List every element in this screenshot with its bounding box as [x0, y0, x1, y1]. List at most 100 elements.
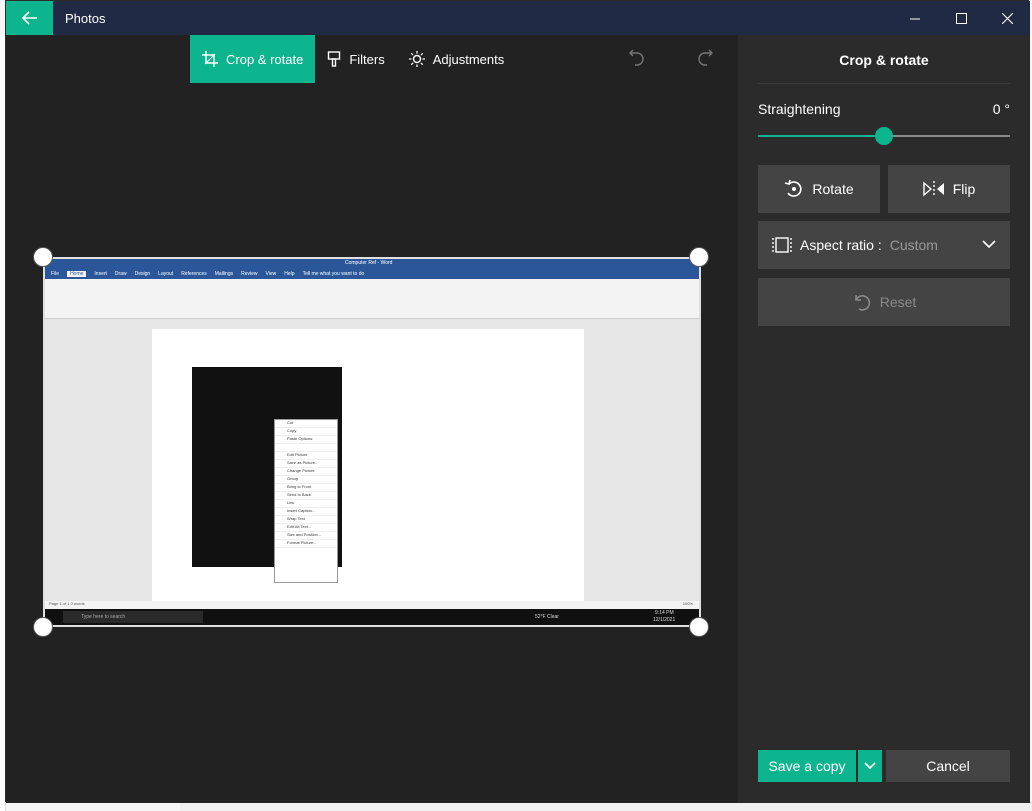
- photo-menu-item: [275, 444, 337, 452]
- photo-tab: Home: [67, 271, 87, 277]
- rotate-icon: [785, 179, 802, 197]
- cancel-button[interactable]: Cancel: [886, 750, 1010, 782]
- rotate-label: Rotate: [812, 181, 854, 197]
- edit-toolbar: Crop & rotate Filters Adjustments: [190, 35, 516, 83]
- reset-icon: [854, 295, 870, 311]
- chevron-down-icon: [864, 762, 876, 770]
- photo-menu-item: Edit Picture: [275, 452, 337, 460]
- panel-divider: [758, 83, 1010, 84]
- photo-taskbar: Type here to search 52°F Clear 9:14 PM 1…: [45, 609, 699, 625]
- brightness-icon: [408, 51, 425, 67]
- crop-icon: [202, 51, 218, 67]
- photo-image[interactable]: Computer Ref - Word File Home Insert Dra…: [43, 257, 701, 627]
- redo-icon: [698, 49, 713, 66]
- slider-fill: [758, 135, 884, 137]
- photo-word-ribbon: [45, 279, 699, 319]
- tab-filters[interactable]: Filters: [315, 35, 396, 83]
- straightening-slider[interactable]: [758, 126, 1010, 146]
- back-button[interactable]: [6, 1, 53, 35]
- tab-crop-rotate[interactable]: Crop & rotate: [190, 35, 316, 83]
- aspect-ratio-value: Custom: [889, 237, 938, 253]
- photo-tab: Draw: [114, 271, 127, 277]
- photo-menu-item: Edit Alt Text...: [275, 524, 337, 532]
- photo-taskbar-search: Type here to search: [63, 611, 203, 623]
- photo-word-document-area: Cut Copy Paste Options: Edit Picture Sav…: [45, 319, 699, 601]
- redo-button[interactable]: [690, 45, 720, 69]
- photo-embedded-screenshot: Cut Copy Paste Options: Edit Picture Sav…: [192, 367, 342, 583]
- save-options-button[interactable]: [858, 750, 882, 782]
- photo-tab: File: [51, 271, 60, 277]
- photo-taskbar-date: 12/1/2021: [653, 617, 676, 623]
- photo-tab: Help: [284, 271, 295, 277]
- maximize-icon: [955, 12, 967, 24]
- crop-handle-top-right[interactable]: [689, 247, 709, 267]
- flip-icon: [923, 181, 944, 197]
- photo-menu-item: Cut: [275, 420, 337, 428]
- crop-handle-bottom-left[interactable]: [33, 617, 53, 637]
- photo-menu-item: Paste Options:: [275, 436, 337, 444]
- photo-context-menu: Cut Copy Paste Options: Edit Picture Sav…: [274, 419, 338, 583]
- crop-handle-bottom-right[interactable]: [689, 617, 709, 637]
- maximize-button[interactable]: [938, 1, 984, 35]
- tab-filters-label: Filters: [349, 51, 385, 67]
- photo-tab: Layout: [158, 271, 174, 277]
- photo-menu-item: Group: [275, 476, 337, 484]
- photo-menu-item: Size and Position...: [275, 532, 337, 540]
- background-window-bottom: [180, 802, 1032, 811]
- rotate-button[interactable]: Rotate: [758, 165, 880, 213]
- photo-menu-item: Bring to Front: [275, 484, 337, 492]
- photo-taskbar-weather: 52°F Clear: [535, 614, 559, 620]
- photo-word-tabs: File Home Insert Draw Design Layout Refe…: [45, 269, 699, 279]
- photo-word-page: Cut Copy Paste Options: Edit Picture Sav…: [152, 329, 584, 601]
- photo-menu-item: Copy: [275, 428, 337, 436]
- tab-adjustments-label: Adjustments: [432, 51, 505, 67]
- photo-menu-item: Send to Back: [275, 492, 337, 500]
- close-icon: [1001, 12, 1013, 24]
- photo-word-status-bar: Page 1 of 1 0 words 100%: [45, 601, 699, 609]
- photo-menu-item: Save as Picture...: [275, 460, 337, 468]
- slider-thumb[interactable]: [875, 127, 893, 145]
- chevron-down-icon: [982, 240, 996, 249]
- tab-adjustments[interactable]: Adjustments: [397, 35, 517, 83]
- panel-title: Crop & rotate: [839, 52, 929, 68]
- save-a-copy-button[interactable]: Save a copy: [758, 750, 856, 782]
- photo-tell-me: Tell me what you want to do: [302, 271, 365, 277]
- reset-label: Reset: [879, 294, 917, 310]
- edit-canvas: Crop & rotate Filters Adjustments Comput…: [6, 35, 738, 803]
- photo-menu-item: Link: [275, 500, 337, 508]
- aspect-ratio-icon: [772, 237, 792, 253]
- title-bar: Photos: [6, 1, 1030, 35]
- photo-taskbar-time: 9:14 PM: [655, 610, 674, 616]
- photos-app-window: Photos Crop & rotate Filters Adjustments…: [5, 0, 1030, 803]
- straightening-value: 0 °: [992, 101, 1010, 117]
- photo-word-titlebar: Computer Ref - Word: [45, 259, 699, 269]
- photo-tab: View: [265, 271, 277, 277]
- aspect-ratio-label: Aspect ratio :: [800, 237, 882, 253]
- photo-menu-item: Format Picture...: [275, 540, 337, 548]
- brush-icon: [328, 51, 341, 67]
- minimize-button[interactable]: [892, 1, 938, 35]
- photo-menu-item: Change Picture: [275, 468, 337, 476]
- window-title: Photos: [65, 11, 106, 26]
- straightening-label: Straightening: [758, 101, 841, 117]
- photo-word-title: Computer Ref - Word: [345, 260, 393, 266]
- photo-tab: Insert: [94, 271, 107, 277]
- photo-tab: Mailings: [214, 271, 234, 277]
- photo-zoom: 100%: [682, 601, 693, 606]
- photo-menu-item: Insert Caption...: [275, 508, 337, 516]
- flip-label: Flip: [952, 181, 976, 197]
- close-button[interactable]: [984, 1, 1030, 35]
- minimize-icon: [909, 18, 920, 19]
- undo-button[interactable]: [622, 45, 652, 69]
- undo-icon: [629, 49, 644, 66]
- photo-status-left: Page 1 of 1 0 words: [49, 601, 85, 606]
- photo-tab: Review: [241, 271, 258, 277]
- flip-button[interactable]: Flip: [888, 165, 1010, 213]
- back-arrow-icon: [21, 11, 37, 25]
- crop-handle-top-left[interactable]: [33, 247, 53, 267]
- aspect-ratio-dropdown[interactable]: Aspect ratio : Custom: [758, 221, 1010, 269]
- photo-tab: References: [181, 271, 207, 277]
- reset-button[interactable]: Reset: [758, 278, 1010, 326]
- tab-crop-rotate-label: Crop & rotate: [226, 51, 304, 67]
- crop-rotate-panel: Crop & rotate Straightening 0 ° Rotate F…: [738, 35, 1030, 803]
